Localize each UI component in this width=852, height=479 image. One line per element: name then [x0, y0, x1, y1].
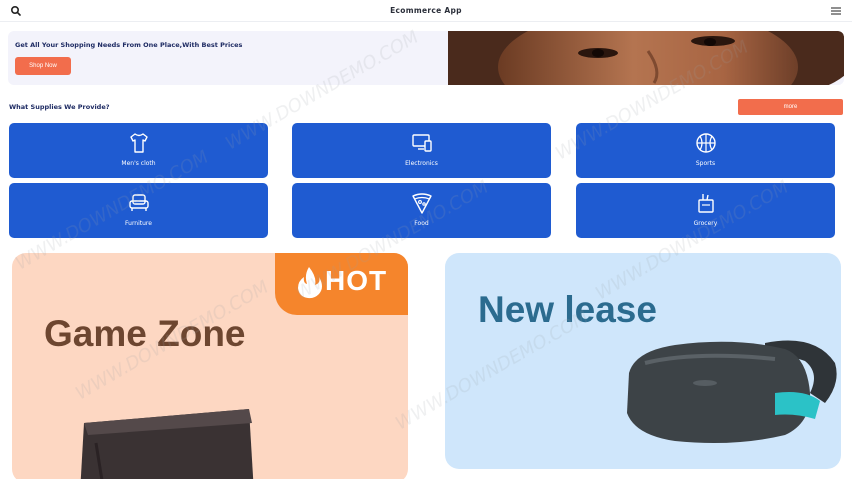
hamburger-menu-icon[interactable]: [830, 5, 842, 17]
category-label: Electronics: [405, 160, 438, 167]
category-label: Food: [414, 220, 429, 227]
vr-headset-image: [627, 340, 837, 443]
shirt-icon: [129, 133, 148, 153]
promo-title: Game Zone: [44, 313, 246, 354]
category-sports[interactable]: Sports: [576, 123, 835, 178]
hero-banner: Get All Your Shopping Needs From One Pla…: [8, 31, 844, 85]
promo-card-new-lease[interactable]: New lease: [445, 253, 841, 469]
category-grocery[interactable]: Grocery: [576, 183, 835, 238]
devices-icon: [411, 134, 432, 152]
promo-card-game-zone[interactable]: HOT Game Zone: [12, 253, 408, 479]
category-electronics[interactable]: Electronics: [292, 123, 551, 178]
hero-model-photo: [448, 31, 844, 85]
app-title: Ecommerce App: [390, 6, 462, 15]
flame-icon: [298, 267, 322, 299]
basketball-icon: [695, 133, 716, 153]
hot-badge: HOT: [275, 253, 408, 315]
category-label: Furniture: [125, 220, 152, 227]
category-label: Sports: [695, 160, 716, 167]
app-header: Ecommerce App: [0, 0, 852, 22]
hot-badge-label: HOT: [325, 265, 388, 296]
category-label: Grocery: [693, 220, 718, 227]
grocery-bag-icon: [697, 194, 714, 213]
game-console-image: [80, 409, 254, 479]
shop-now-button[interactable]: Shop Now: [15, 57, 71, 75]
section-title: What Supplies We Provide?: [9, 103, 110, 111]
pizza-icon: [411, 193, 432, 214]
more-button[interactable]: more: [738, 99, 843, 115]
category-furniture[interactable]: Furniture: [9, 183, 268, 238]
category-mens-cloth[interactable]: Men's cloth: [9, 123, 268, 178]
category-label: Men's cloth: [121, 160, 156, 167]
armchair-icon: [128, 194, 149, 211]
hero-headline: Get All Your Shopping Needs From One Pla…: [15, 41, 243, 49]
category-food[interactable]: Food: [292, 183, 551, 238]
